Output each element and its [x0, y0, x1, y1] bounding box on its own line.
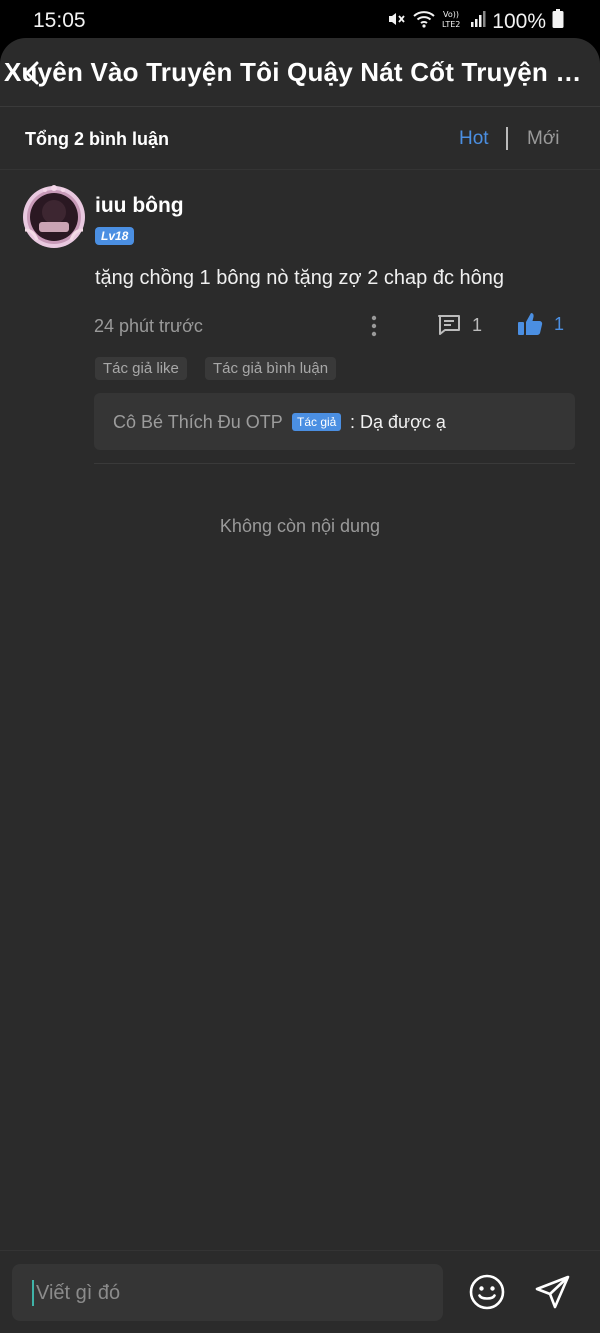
signal-icon [470, 10, 486, 33]
reply-author-name[interactable]: Cô Bé Thích Đu OTP [113, 412, 283, 433]
end-of-list-text: Không còn nội dung [219, 516, 381, 536]
comments-summary-bar: Tổng 2 bình luận Hot Mới [0, 107, 600, 170]
level-badge: Lv18 [95, 227, 135, 245]
thumbs-up-icon [518, 313, 543, 335]
comment-time: 24 phút trước [94, 316, 203, 336]
comment-composer: Viết gì đó [0, 1250, 600, 1333]
comment-username[interactable]: iuu bông [95, 194, 184, 218]
text-caret [32, 1280, 34, 1306]
like-button[interactable]: 1 [516, 310, 564, 338]
reply-message: Dạ được ạ [360, 412, 446, 432]
send-icon [535, 1275, 570, 1309]
comment-text: tặng chồng 1 bông nò tặng zợ 2 chap đc h… [95, 267, 504, 289]
sort-new-tab[interactable]: Mới [527, 128, 560, 150]
comment-icon [438, 315, 460, 335]
like-count: 1 [554, 313, 565, 334]
smiley-icon [469, 1274, 505, 1310]
wifi-icon [412, 9, 436, 34]
mute-icon [386, 9, 406, 34]
status-icons: Vo)) LTE2 100% [386, 8, 564, 35]
sort-divider [506, 127, 508, 150]
avatar[interactable] [21, 184, 87, 250]
more-vertical-icon [371, 315, 377, 337]
emoji-button[interactable] [468, 1273, 506, 1311]
svg-text:Vo)): Vo)) [443, 10, 459, 19]
battery-icon [552, 9, 564, 34]
comments-sheet: Xuyên Vào Truyện Tôi Quậy Nát Cốt Truyện… [0, 38, 600, 1333]
comment-input-placeholder: Viết gì đó [36, 1282, 121, 1304]
svg-text:LTE2: LTE2 [442, 20, 460, 29]
page-title: Xuyên Vào Truyện Tôi Quậy Nát Cốt Truyện… [4, 57, 592, 87]
comment-total: Tổng 2 bình luận [25, 129, 169, 149]
volte-lte2-icon: Vo)) LTE2 [442, 8, 464, 35]
reply-text: : Dạ được ạ [350, 412, 446, 433]
back-button[interactable] [20, 58, 46, 88]
author-badge: Tác giả [292, 413, 342, 431]
top-bar: Xuyên Vào Truyện Tôi Quậy Nát Cốt Truyện… [0, 38, 600, 107]
tag-author-commented: Tác giả bình luận [205, 357, 337, 380]
reply-colon: : [350, 412, 356, 432]
send-button[interactable] [534, 1273, 572, 1311]
more-options-button[interactable] [368, 314, 380, 338]
reply-count: 1 [472, 314, 483, 335]
sort-hot-tab[interactable]: Hot [459, 128, 489, 150]
chevron-left-icon [25, 61, 39, 85]
author-reply[interactable]: Cô Bé Thích Đu OTP Tác giả : Dạ được ạ [94, 393, 575, 450]
status-time: 15:05 [33, 9, 86, 32]
comment-divider [94, 463, 575, 464]
battery-percent: 100% [492, 9, 546, 33]
comment-input[interactable]: Viết gì đó [12, 1264, 443, 1321]
status-bar: 15:05 Vo)) LTE2 100% [0, 0, 600, 42]
reply-button[interactable]: 1 [436, 312, 482, 338]
tag-author-liked: Tác giả like [95, 357, 187, 380]
